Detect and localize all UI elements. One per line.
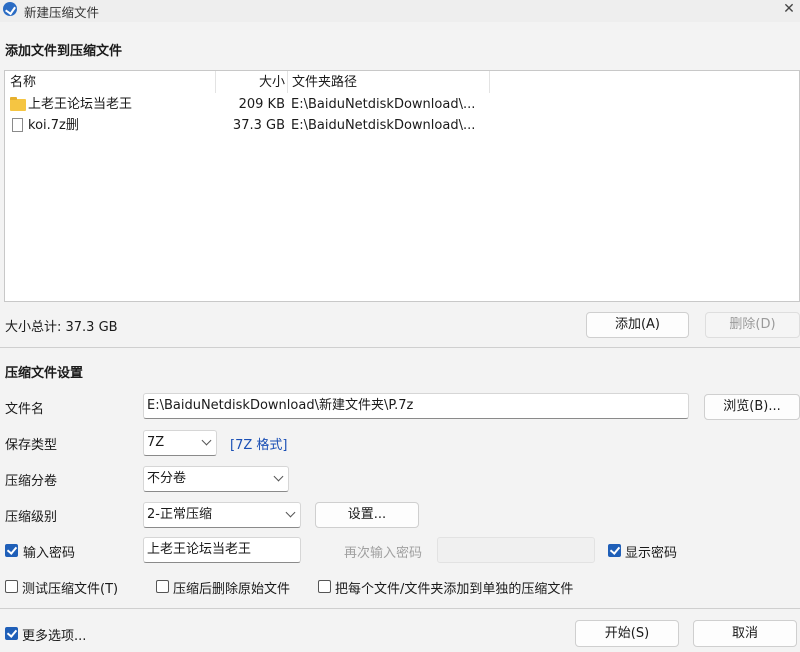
each-separate-label: 把每个文件/文件夹添加到单独的压缩文件 [335,582,574,597]
test-archive-label: 测试压缩文件(T) [22,582,119,597]
split-value: 不分卷 [147,471,187,486]
divider [0,347,800,348]
save-type-label: 保存类型 [5,438,58,453]
show-password-checkbox[interactable] [608,544,621,557]
column-header-path[interactable]: 文件夹路径 [292,73,357,93]
format-link[interactable]: [7Z 格式] [230,434,287,453]
password-label: 输入密码 [23,546,76,561]
window-title: 新建压缩文件 [24,5,100,20]
save-type-value: 7Z [147,435,165,450]
column-header-size[interactable]: 大小 [217,73,285,93]
filename-input[interactable]: E:\BaiduNetdiskDownload\新建文件夹\P.7z [143,393,689,419]
chevron-down-icon [201,435,212,446]
delete-after-label: 压缩后删除原始文件 [173,582,291,597]
total-size: 大小总计: 37.3 GB [5,320,118,335]
chevron-down-icon [285,507,296,518]
start-button[interactable]: 开始(S) [575,620,679,647]
level-select[interactable]: 2-正常压缩 [143,502,301,528]
column-divider[interactable] [215,71,216,93]
chevron-down-icon [273,471,284,482]
delete-button[interactable]: 删除(D) [705,312,800,338]
add-section-title: 添加文件到压缩文件 [5,44,123,59]
delete-after-checkbox[interactable] [156,580,169,593]
file-icon [12,118,23,132]
file-path: E:\BaiduNetdiskDownload\... [291,97,476,112]
split-label: 压缩分卷 [5,474,58,489]
more-options-label: 更多选项... [22,629,87,644]
title-bar: 新建压缩文件 ✕ [0,0,800,22]
column-header-name[interactable]: 名称 [10,73,36,93]
close-icon[interactable]: ✕ [778,0,800,20]
browse-button[interactable]: 浏览(B)... [704,394,800,420]
file-name: koi.7z删 [28,118,79,133]
save-type-select[interactable]: 7Z [143,430,217,456]
password-checkbox[interactable] [5,544,18,557]
list-item[interactable]: koi.7z删 37.3 GB E:\BaiduNetdiskDownload\… [5,115,491,136]
split-select[interactable]: 不分卷 [143,466,289,492]
folder-icon [10,97,26,111]
add-button[interactable]: 添加(A) [586,312,689,338]
file-name: 上老王论坛当老王 [28,97,133,112]
filename-label: 文件名 [5,402,45,417]
more-options-checkbox[interactable] [5,627,18,640]
file-list[interactable]: 名称 大小 文件夹路径 上老王论坛当老王 209 KB E:\BaiduNetd… [4,70,800,302]
column-divider[interactable] [287,71,288,93]
file-size: 209 KB [238,97,285,112]
test-archive-checkbox[interactable] [5,580,18,593]
reenter-password-input[interactable] [437,537,595,563]
app-icon [3,2,17,16]
reenter-password-label: 再次输入密码 [344,546,423,561]
each-separate-checkbox[interactable] [318,580,331,593]
level-value: 2-正常压缩 [147,507,212,522]
cancel-button[interactable]: 取消 [693,620,797,647]
settings-button[interactable]: 设置... [315,502,419,528]
password-input[interactable]: 上老王论坛当老王 [143,537,301,563]
settings-section-title: 压缩文件设置 [5,366,84,381]
level-label: 压缩级别 [5,510,58,525]
show-password-label: 显示密码 [625,546,678,561]
list-item[interactable]: 上老王论坛当老王 209 KB E:\BaiduNetdiskDownload\… [5,94,491,115]
divider [0,608,800,609]
file-path: E:\BaiduNetdiskDownload\... [291,118,476,133]
column-divider[interactable] [489,71,490,93]
file-size: 37.3 GB [232,118,285,133]
